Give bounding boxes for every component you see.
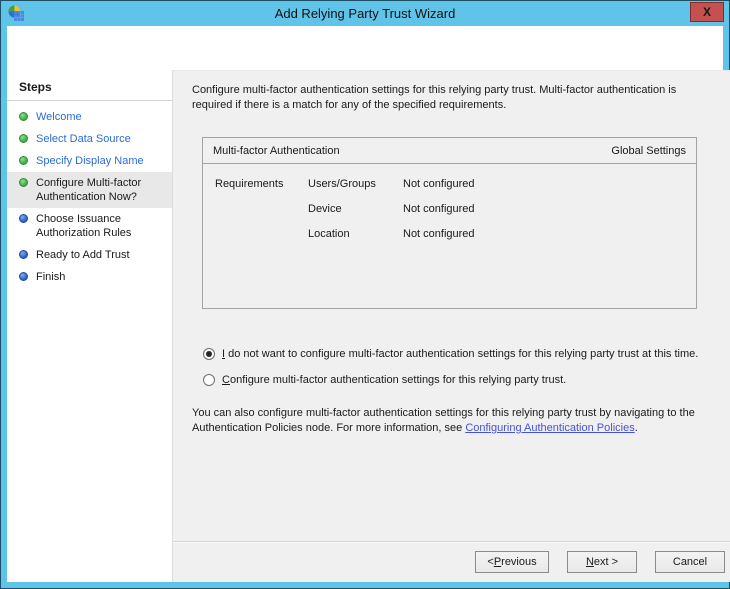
step-status-dot-icon bbox=[19, 272, 28, 281]
previous-button[interactable]: < Previous bbox=[475, 551, 549, 573]
step-item-finish: Finish bbox=[7, 266, 172, 288]
requirement-name: Location bbox=[308, 227, 403, 241]
footnote-after-link: . bbox=[635, 422, 638, 434]
step-status-dot-icon bbox=[19, 214, 28, 223]
mfa-table-row-users-groups: Requirements Users/Groups Not configured bbox=[215, 177, 696, 191]
adfs-globe-icon bbox=[8, 5, 24, 21]
step-item-select-data-source[interactable]: Select Data Source bbox=[7, 128, 172, 150]
footnote-text: You can also configure multi-factor auth… bbox=[192, 406, 719, 436]
mfa-settings-table: Multi-factor Authentication Global Setti… bbox=[202, 137, 697, 309]
steps-header: Steps bbox=[7, 78, 172, 101]
radio-option-label: I do not want to configure multi-factor … bbox=[222, 347, 698, 361]
steps-list: Welcome Select Data Source Specify Displ… bbox=[7, 106, 172, 288]
step-status-dot-icon bbox=[19, 156, 28, 165]
window-body: Steps Welcome Select Data Source bbox=[7, 26, 723, 582]
wizard-window: Add Relying Party Trust Wizard X Steps W… bbox=[0, 0, 730, 589]
previous-label-rest: revious bbox=[501, 556, 536, 568]
close-x-icon: X bbox=[703, 5, 711, 19]
mfa-table-row-device: Device Not configured bbox=[215, 202, 696, 216]
step-status-dot-icon bbox=[19, 112, 28, 121]
table-header-global-settings: Global Settings bbox=[611, 145, 686, 157]
close-button[interactable]: X bbox=[690, 2, 724, 22]
step-status-dot-icon bbox=[19, 178, 28, 187]
step-label: Configure Multi-factor Authentication No… bbox=[36, 176, 166, 204]
radio-label-rest: onfigure multi-factor authentication set… bbox=[230, 374, 566, 386]
table-header-multi-factor-authentication: Multi-factor Authentication bbox=[213, 145, 340, 157]
previous-accelerator-letter: P bbox=[494, 556, 501, 568]
radio-option-skip-mfa[interactable]: I do not want to configure multi-factor … bbox=[202, 347, 719, 361]
next-accelerator-letter: N bbox=[586, 556, 594, 568]
requirement-name: Device bbox=[308, 202, 403, 216]
step-item-welcome[interactable]: Welcome bbox=[7, 106, 172, 128]
step-label: Choose Issuance Authorization Rules bbox=[36, 212, 166, 240]
next-label-rest: ext > bbox=[594, 556, 618, 568]
mfa-table-header: Multi-factor Authentication Global Setti… bbox=[203, 138, 696, 164]
footer-bar: < Previous Next > Cancel bbox=[173, 541, 730, 582]
step-label: Ready to Add Trust bbox=[36, 248, 130, 262]
cancel-label: Cancel bbox=[673, 556, 707, 568]
titlebar: Add Relying Party Trust Wizard X bbox=[1, 1, 729, 26]
requirements-group-label bbox=[215, 202, 308, 216]
requirement-name: Users/Groups bbox=[308, 177, 403, 191]
intro-text: Configure multi-factor authentication se… bbox=[192, 83, 711, 113]
configuring-authentication-policies-link[interactable]: Configuring Authentication Policies bbox=[465, 422, 634, 434]
window-title: Add Relying Party Trust Wizard bbox=[275, 6, 456, 21]
radio-label-rest: do not want to configure multi-factor au… bbox=[225, 348, 698, 360]
wizard-header-band bbox=[7, 26, 723, 70]
step-item-choose-issuance-authorization-rules: Choose Issuance Authorization Rules bbox=[7, 208, 172, 244]
step-label: Finish bbox=[36, 270, 65, 284]
requirement-value: Not configured bbox=[403, 227, 696, 241]
steps-panel: Steps Welcome Select Data Source bbox=[7, 70, 173, 582]
radio-option-label: Configure multi-factor authentication se… bbox=[222, 373, 566, 387]
radio-option-configure-mfa[interactable]: Configure multi-factor authentication se… bbox=[202, 373, 719, 387]
mfa-choice-radio-group: I do not want to configure multi-factor … bbox=[202, 347, 719, 387]
requirements-group-label: Requirements bbox=[215, 177, 308, 191]
mfa-table-body: Requirements Users/Groups Not configured… bbox=[203, 164, 696, 241]
step-label: Select Data Source bbox=[36, 132, 131, 146]
step-item-specify-display-name[interactable]: Specify Display Name bbox=[7, 150, 172, 172]
requirement-value: Not configured bbox=[403, 202, 696, 216]
radio-button-icon bbox=[203, 374, 215, 386]
requirement-value: Not configured bbox=[403, 177, 696, 191]
radio-button-icon bbox=[203, 348, 215, 360]
next-button[interactable]: Next > bbox=[567, 551, 637, 573]
step-status-dot-icon bbox=[19, 134, 28, 143]
step-label: Specify Display Name bbox=[36, 154, 144, 168]
step-label: Welcome bbox=[36, 110, 82, 124]
wizard-main: Steps Welcome Select Data Source bbox=[7, 70, 723, 582]
radio-accelerator-letter: C bbox=[222, 374, 230, 386]
step-item-ready-to-add-trust: Ready to Add Trust bbox=[7, 244, 172, 266]
content-pane: Configure multi-factor authentication se… bbox=[173, 70, 730, 582]
step-status-dot-icon bbox=[19, 250, 28, 259]
mfa-table-row-location: Location Not configured bbox=[215, 227, 696, 241]
step-item-configure-multi-factor-authentication-now[interactable]: Configure Multi-factor Authentication No… bbox=[7, 172, 172, 208]
cancel-button[interactable]: Cancel bbox=[655, 551, 725, 573]
requirements-group-label bbox=[215, 227, 308, 241]
